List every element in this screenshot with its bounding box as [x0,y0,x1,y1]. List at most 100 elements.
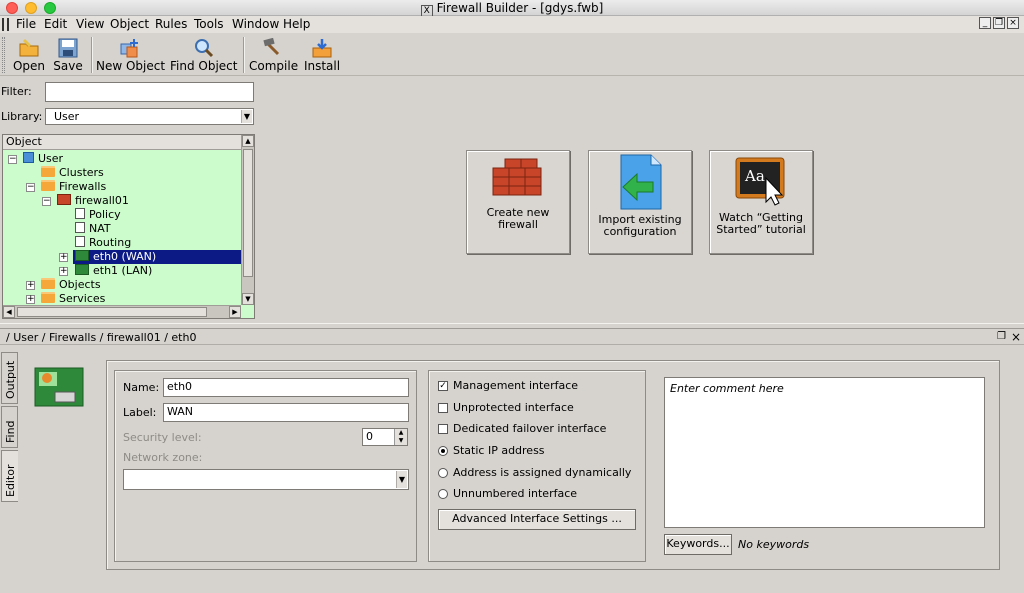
interface-icon [75,264,89,275]
menu-file[interactable]: File [16,16,36,32]
find-object-button[interactable]: Find Object [170,34,238,76]
mdi-close-icon[interactable]: × [1007,17,1019,29]
name-field[interactable]: eth0 [163,378,409,397]
tree-item-eth1[interactable]: eth1 (LAN) [75,264,152,278]
network-zone-select[interactable]: ▼ [123,469,409,490]
label-label: Label: [123,406,157,419]
tree-item-services[interactable]: Services [41,292,105,306]
tree-item-firewall01[interactable]: firewall01 [57,194,129,208]
toolbar-handle[interactable] [2,37,5,73]
menu-tools[interactable]: Tools [194,16,224,32]
mdi-restore-icon[interactable]: ❐ [993,17,1005,29]
tree-item-nat[interactable]: NAT [75,222,111,236]
create-firewall-button[interactable]: Create new firewall [466,150,570,254]
scroll-up-arrow-icon[interactable]: ▲ [242,135,254,147]
tree-vertical-scrollbar[interactable]: ▲ ▼ [241,135,254,305]
open-icon [19,38,39,57]
tree-item-label: Firewalls [59,180,107,193]
tree-item-policy[interactable]: Policy [75,208,121,222]
import-document-icon [620,154,662,210]
menu-view[interactable]: View [76,16,104,32]
expand-services-icon[interactable]: + [26,295,35,304]
object-tree: Object − User Clusters − Firewalls − fir… [2,134,255,319]
unprotected-interface-checkbox[interactable] [438,403,448,413]
spin-arrows-icon[interactable]: ▲ ▼ [394,429,407,445]
panel-splitter[interactable] [0,323,1024,329]
menu-object[interactable]: Object [110,16,149,32]
dynamic-address-radio[interactable] [438,468,448,478]
tree-item-clusters[interactable]: Clusters [41,166,104,180]
advanced-interface-settings-button[interactable]: Advanced Interface Settings ... [438,509,636,530]
dock-close-icon[interactable]: × [1011,330,1021,344]
tree-item-label: Clusters [59,166,104,179]
editor-dock-title: / User / Firewalls / firewall01 / eth0 [0,330,1024,345]
open-label: Open [12,59,46,73]
expand-objects-icon[interactable]: + [26,281,35,290]
app-menu-icon[interactable] [2,18,9,31]
import-configuration-button[interactable]: Import existing configuration [588,150,692,254]
comment-textarea[interactable]: Enter comment here [664,377,985,528]
find-object-label: Find Object [170,59,238,73]
scroll-left-arrow-icon[interactable]: ◀ [3,306,15,318]
unnumbered-interface-radio[interactable] [438,489,448,499]
open-button[interactable]: Open [10,34,48,76]
mdi-minimize-icon[interactable]: _ [979,17,991,29]
compile-icon [263,38,280,56]
menu-rules[interactable]: Rules [155,16,187,32]
tree-item-label: eth1 (LAN) [93,264,153,277]
policy-icon [75,208,85,219]
keywords-button[interactable]: Keywords... [664,534,732,555]
install-label: Install [303,59,341,73]
scroll-right-arrow-icon[interactable]: ▶ [229,306,241,318]
tab-editor-label: Editor [4,464,17,497]
new-object-button[interactable]: New Object [96,34,165,76]
folder-icon [41,180,55,191]
folder-icon [41,278,55,289]
label-field[interactable]: WAN [163,403,409,422]
tree-item-firewalls[interactable]: Firewalls [41,180,106,194]
watch-tutorial-button[interactable]: Aa Watch “Getting Started” tutorial [709,150,813,254]
tab-editor[interactable]: Editor [1,450,18,502]
tree-item-user[interactable]: User [23,152,63,166]
collapse-firewalls-icon[interactable]: − [26,183,35,192]
menu-window[interactable]: Window [232,16,279,32]
library-select[interactable]: User ▼ [45,108,254,125]
install-button[interactable]: Install [302,34,342,76]
tree-item-label: Routing [89,236,132,249]
scroll-down-arrow-icon[interactable]: ▼ [242,293,254,305]
security-level-label: Security level: [123,431,202,444]
menu-help[interactable]: Help [283,16,310,32]
static-ip-radio[interactable] [438,446,448,456]
save-icon [58,38,78,58]
filter-input[interactable] [45,82,254,102]
dock-float-icon[interactable]: ❐ [997,331,1006,342]
scrollbar-thumb[interactable] [17,307,207,317]
tab-find[interactable]: Find [1,406,18,448]
save-label: Save [53,59,83,73]
collapse-user-icon[interactable]: − [8,155,17,164]
interface-card-icon [34,367,84,407]
svg-text:Aa: Aa [744,167,765,185]
collapse-firewall01-icon[interactable]: − [42,197,51,206]
folder-icon [41,166,55,177]
tree-horizontal-scrollbar[interactable]: ◀ ▶ [3,305,241,318]
compile-button[interactable]: Compile [249,34,298,76]
security-level-spinbox[interactable]: 0 ▲ ▼ [362,428,408,446]
filter-label: Filter: [1,85,32,98]
tree-column-header: Object [3,135,241,150]
scrollbar-thumb[interactable] [243,149,253,277]
dropdown-arrow-icon: ▼ [396,471,407,488]
tree-item-objects[interactable]: Objects [41,278,101,292]
toolbar-separator [91,37,92,73]
save-button[interactable]: Save [51,34,85,76]
tree-item-routing[interactable]: Routing [75,236,131,250]
menu-edit[interactable]: Edit [44,16,67,32]
tree-item-eth0[interactable]: eth0 (WAN) [73,250,241,264]
name-label: Name: [123,381,160,394]
expand-eth0-icon[interactable]: + [59,253,68,262]
tab-output[interactable]: Output [1,352,18,404]
window-title: Firewall Builder - [gdys.fwb] [436,1,604,15]
failover-interface-checkbox[interactable] [438,424,448,434]
management-interface-checkbox[interactable]: ✓ [438,381,448,391]
expand-eth1-icon[interactable]: + [59,267,68,276]
